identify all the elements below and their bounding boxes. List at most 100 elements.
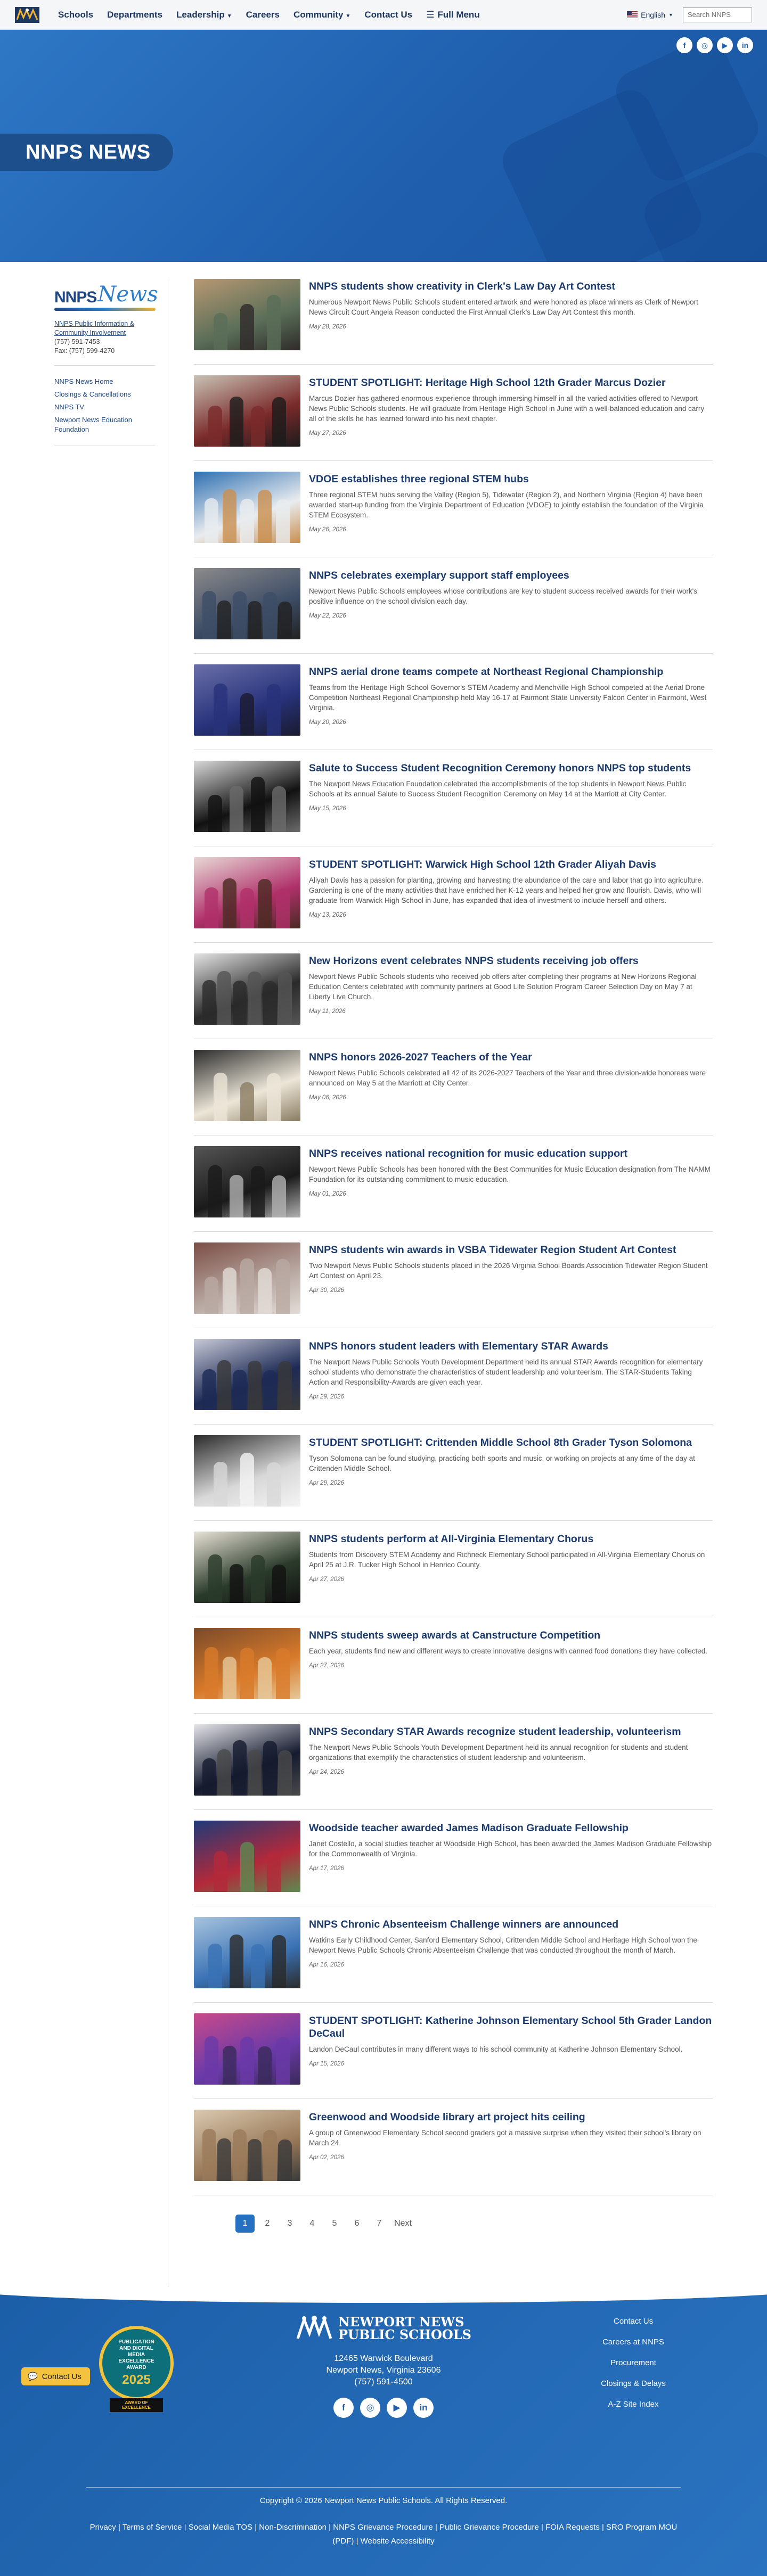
thumbnail-figure xyxy=(278,972,292,1025)
article-thumbnail[interactable] xyxy=(194,1050,300,1121)
article-title-link[interactable]: Greenwood and Woodside library art proje… xyxy=(309,2111,585,2123)
article-thumbnail[interactable] xyxy=(194,1724,300,1796)
article-thumbnail[interactable] xyxy=(194,375,300,447)
article-title-link[interactable]: NNPS honors 2026-2027 Teachers of the Ye… xyxy=(309,1051,532,1063)
article-thumbnail[interactable] xyxy=(194,857,300,928)
article-title-link[interactable]: NNPS Chronic Absenteeism Challenge winne… xyxy=(309,1919,618,1930)
office-link[interactable]: NNPS Public Information & Community Invo… xyxy=(54,319,155,338)
footer-link-closings[interactable]: Closings & Delays xyxy=(599,2379,668,2388)
article-thumbnail[interactable] xyxy=(194,1435,300,1507)
page-6-button[interactable]: 6 xyxy=(347,2215,366,2233)
nav-leadership[interactable]: Leadership ▼ xyxy=(170,5,238,24)
legal-separator: | xyxy=(182,2523,189,2532)
page-1-button[interactable]: 1 xyxy=(235,2215,255,2233)
article-title-link[interactable]: NNPS students show creativity in Clerk's… xyxy=(309,281,615,292)
article-thumbnail[interactable] xyxy=(194,1821,300,1892)
nav-careers[interactable]: Careers xyxy=(240,5,285,24)
facebook-icon[interactable]: f xyxy=(333,2398,354,2418)
thumbnail-figure xyxy=(240,693,254,736)
article-title-link[interactable]: NNPS receives national recognition for m… xyxy=(309,1148,627,1159)
article-thumbnail[interactable] xyxy=(194,279,300,350)
legal-link[interactable]: Terms of Service xyxy=(123,2523,182,2532)
article-thumbnail[interactable] xyxy=(194,2013,300,2085)
sidebar-link-news-home[interactable]: NNPS News Home xyxy=(54,375,155,388)
article-title-link[interactable]: NNPS students perform at All-Virginia El… xyxy=(309,1533,593,1545)
news-article: NNPS students show creativity in Clerk's… xyxy=(194,279,713,365)
thumbnail-figure xyxy=(272,1175,286,1217)
article-thumbnail[interactable] xyxy=(194,1532,300,1603)
footer-link-site-index[interactable]: A-Z Site Index xyxy=(599,2400,668,2409)
language-selector[interactable]: English ▼ xyxy=(623,7,678,22)
article-title-link[interactable]: NNPS aerial drone teams compete at North… xyxy=(309,666,663,678)
sidebar-link-closings[interactable]: Closings & Cancellations xyxy=(54,388,155,401)
page-5-button[interactable]: 5 xyxy=(325,2215,344,2233)
article-thumbnail[interactable] xyxy=(194,568,300,639)
thumbnail-figure xyxy=(217,1360,232,1410)
legal-link[interactable]: FOIA Requests xyxy=(545,2523,600,2532)
article-title-link[interactable]: Salute to Success Student Recognition Ce… xyxy=(309,762,691,774)
article-title-link[interactable]: Woodside teacher awarded James Madison G… xyxy=(309,1822,629,1834)
article-date: Apr 16, 2026 xyxy=(309,1962,344,1968)
article-thumbnail[interactable] xyxy=(194,1628,300,1699)
page-4-button[interactable]: 4 xyxy=(303,2215,322,2233)
article-title-link[interactable]: New Horizons event celebrates NNPS stude… xyxy=(309,955,639,967)
instagram-icon[interactable]: ◎ xyxy=(360,2398,380,2418)
legal-link[interactable]: Public Grievance Procedure xyxy=(439,2523,539,2532)
nav-schools[interactable]: Schools xyxy=(52,5,99,24)
footer-logo[interactable]: NEWPORT NEWS PUBLIC SCHOOLS xyxy=(296,2315,471,2342)
thumbnail-figure xyxy=(272,1565,286,1603)
article-thumbnail[interactable] xyxy=(194,1917,300,1988)
legal-link[interactable]: Non-Discrimination xyxy=(259,2523,327,2532)
article-thumbnail[interactable] xyxy=(194,953,300,1025)
next-page-button[interactable]: Next xyxy=(392,2215,414,2233)
linkedin-icon[interactable]: in xyxy=(413,2398,434,2418)
page-2-button[interactable]: 2 xyxy=(258,2215,277,2233)
article-summary: Janet Costello, a social studies teacher… xyxy=(309,1840,712,1858)
article-thumbnail[interactable] xyxy=(194,1339,300,1410)
nav-full-menu[interactable]: ☰ Full Menu xyxy=(420,5,486,24)
nav-community[interactable]: Community ▼ xyxy=(288,5,356,24)
article-title-link[interactable]: NNPS honors student leaders with Element… xyxy=(309,1340,608,1352)
article-thumbnail[interactable] xyxy=(194,664,300,736)
article-thumbnail[interactable] xyxy=(194,1242,300,1314)
youtube-icon[interactable]: ▶ xyxy=(387,2398,407,2418)
article-thumbnail[interactable] xyxy=(194,761,300,832)
article-title-link[interactable]: STUDENT SPOTLIGHT: Warwick High School 1… xyxy=(309,859,656,870)
instagram-icon[interactable]: ◎ xyxy=(697,37,713,53)
article-thumbnail[interactable] xyxy=(194,472,300,543)
article-title-link[interactable]: STUDENT SPOTLIGHT: Crittenden Middle Sch… xyxy=(309,1437,692,1449)
legal-link[interactable]: Privacy xyxy=(90,2523,116,2532)
article-title-link[interactable]: NNPS students sweep awards at Canstructu… xyxy=(309,1629,600,1641)
article-title-link[interactable]: NNPS students win awards in VSBA Tidewat… xyxy=(309,1244,676,1256)
article-thumbnail[interactable] xyxy=(194,2110,300,2181)
thumbnail-figure xyxy=(205,2036,219,2085)
article-body: NNPS Secondary STAR Awards recognize stu… xyxy=(309,1724,713,1796)
article-title-link[interactable]: NNPS celebrates exemplary support staff … xyxy=(309,570,569,581)
nav-departments[interactable]: Departments xyxy=(101,5,168,24)
legal-link[interactable]: Website Accessibility xyxy=(361,2537,435,2546)
legal-link[interactable]: Social Media TOS xyxy=(189,2523,252,2532)
article-title-link[interactable]: VDOE establishes three regional STEM hub… xyxy=(309,473,529,485)
sidebar-link-nnps-tv[interactable]: NNPS TV xyxy=(54,401,155,414)
footer-link-careers[interactable]: Careers at NNPS xyxy=(599,2338,668,2347)
search-input[interactable] xyxy=(683,7,752,22)
page-3-button[interactable]: 3 xyxy=(280,2215,299,2233)
sidebar-link-education-foundation[interactable]: Newport News Education Foundation xyxy=(54,414,155,436)
article-body: NNPS students win awards in VSBA Tidewat… xyxy=(309,1242,713,1314)
thumbnail-figure xyxy=(272,397,286,447)
article-thumbnail[interactable] xyxy=(194,1146,300,1217)
page-7-button[interactable]: 7 xyxy=(370,2215,389,2233)
article-title-link[interactable]: STUDENT SPOTLIGHT: Heritage High School … xyxy=(309,377,666,389)
nav-right: English ▼ xyxy=(623,7,752,22)
article-title-link[interactable]: STUDENT SPOTLIGHT: Katherine Johnson Ele… xyxy=(309,2015,712,2039)
footer-link-procurement[interactable]: Procurement xyxy=(599,2358,668,2367)
thumbnail-figure xyxy=(214,684,227,736)
youtube-icon[interactable]: ▶ xyxy=(717,37,733,53)
linkedin-icon[interactable]: in xyxy=(737,37,753,53)
nnps-logo-icon[interactable] xyxy=(15,6,40,23)
legal-link[interactable]: NNPS Grievance Procedure xyxy=(333,2523,433,2532)
facebook-icon[interactable]: f xyxy=(676,37,692,53)
article-title-link[interactable]: NNPS Secondary STAR Awards recognize stu… xyxy=(309,1726,681,1738)
footer-link-contact[interactable]: Contact Us xyxy=(599,2317,668,2326)
nav-contact-us[interactable]: Contact Us xyxy=(358,5,418,24)
